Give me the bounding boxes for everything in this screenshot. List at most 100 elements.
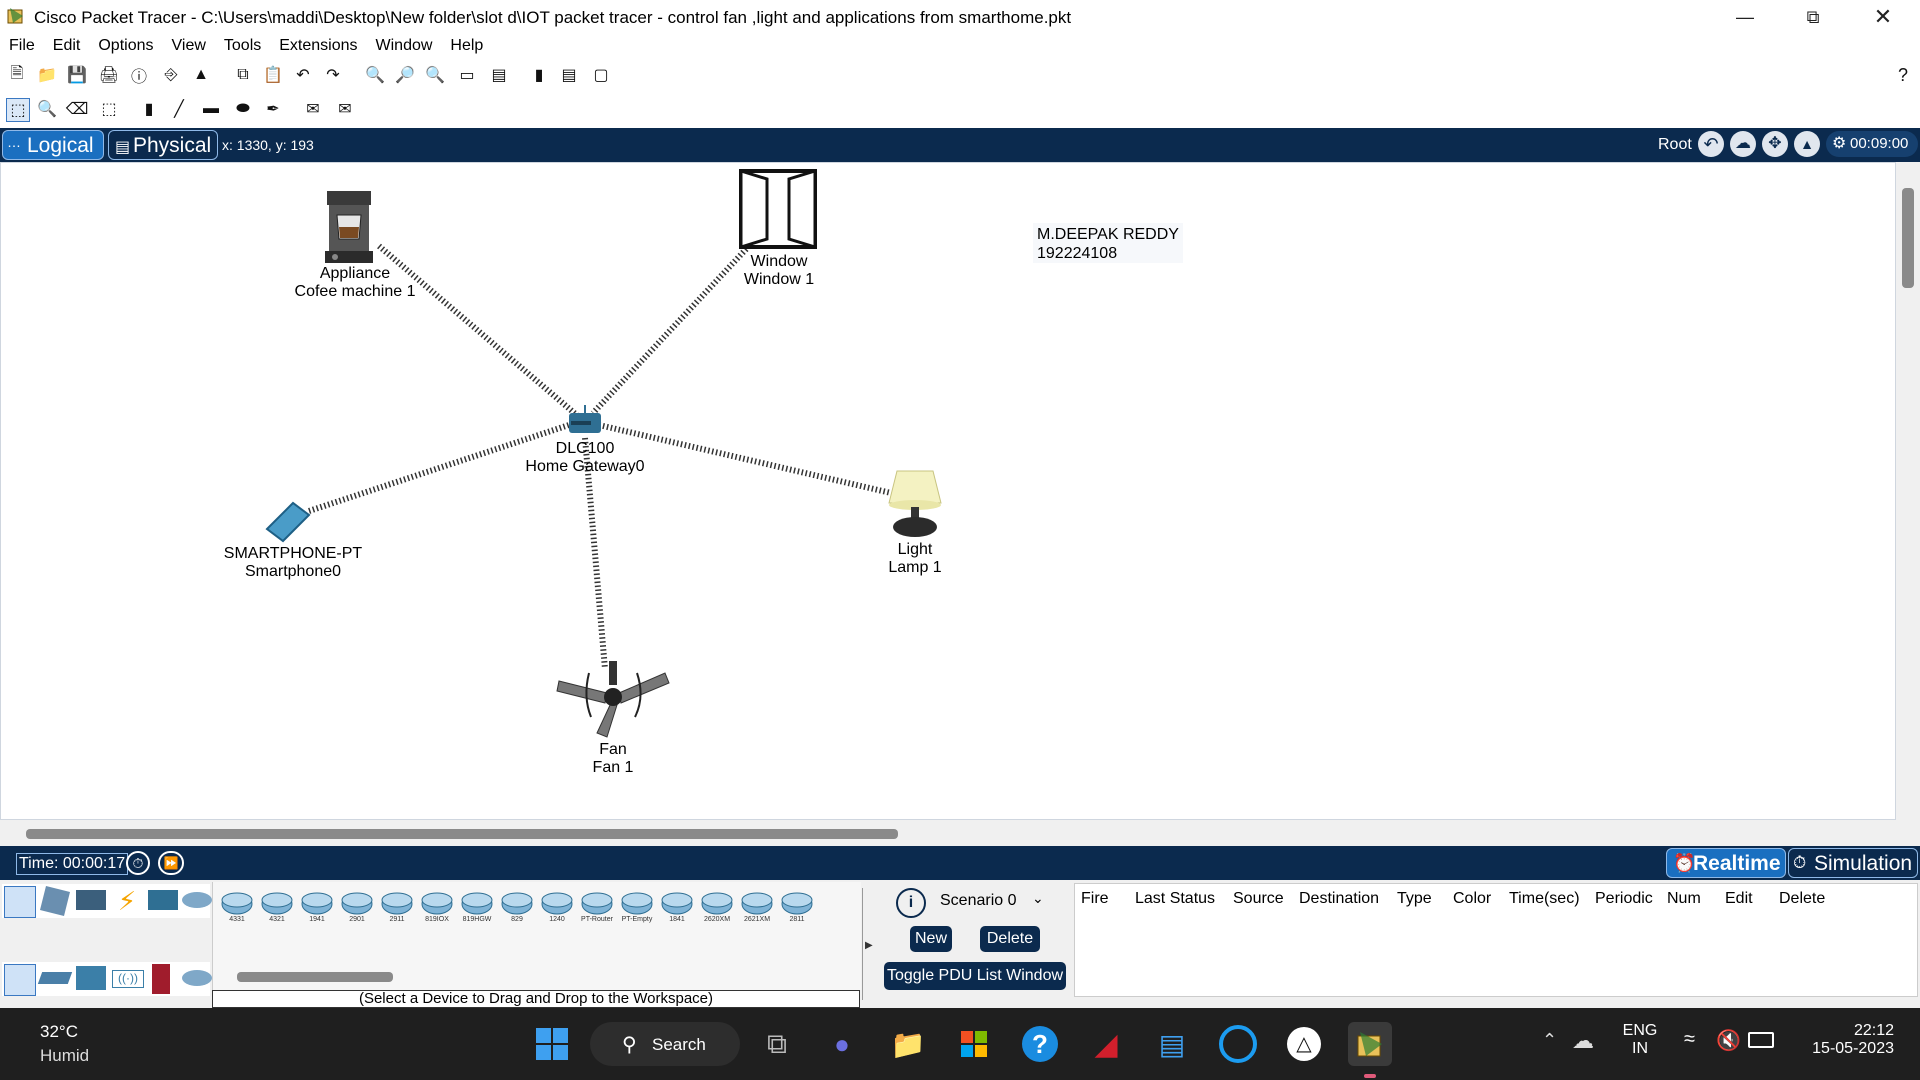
menu-window[interactable]: Window (367, 34, 442, 55)
weather-temp[interactable]: 32°C (40, 1022, 78, 1042)
draw-ellipse-icon[interactable]: ⬬ (232, 98, 254, 120)
notes-icon[interactable]: ▮ (528, 64, 550, 86)
wifi-icon[interactable]: ≈ (1684, 1028, 1695, 1051)
select-icon[interactable]: ⬚ (6, 98, 30, 122)
router-4321[interactable]: 4321 (259, 888, 295, 924)
menu-file[interactable]: File (0, 34, 44, 55)
router-1841[interactable]: 1841 (659, 888, 695, 924)
column-type[interactable]: Type (1397, 890, 1432, 908)
viewport-timer[interactable]: ⚙ 00:09:00 (1826, 131, 1918, 157)
copy-icon[interactable]: ⧉ (232, 64, 254, 86)
hubs-category-icon[interactable] (76, 966, 106, 990)
wan-emulation-icon[interactable] (182, 970, 212, 986)
start-icon[interactable] (530, 1022, 574, 1066)
menu-tools[interactable]: Tools (215, 34, 270, 55)
security-category-icon[interactable] (152, 964, 170, 994)
lamp-icon[interactable] (885, 469, 945, 539)
workspace-note[interactable]: M.DEEPAK REDDY 192224108 (1033, 223, 1183, 263)
help-icon[interactable]: ? (1892, 64, 1914, 86)
draw-rectangle-icon[interactable]: ▬ (200, 98, 222, 120)
back-icon[interactable]: ↶ (1698, 131, 1724, 157)
menu-edit[interactable]: Edit (44, 34, 90, 55)
taskbar-search[interactable]: ⚲ Search (590, 1022, 740, 1066)
notepad-icon[interactable]: ▤ (1150, 1022, 1194, 1066)
new-scenario-button[interactable]: New (910, 926, 952, 952)
volume-muted-icon[interactable]: 🔇 (1716, 1028, 1741, 1053)
print-icon[interactable]: 🖨 (98, 64, 120, 86)
draw-line-icon[interactable]: ╱ (168, 98, 190, 120)
new-file-icon[interactable]: 🗎 (6, 64, 28, 86)
column-delete[interactable]: Delete (1779, 890, 1825, 908)
fast-forward-icon[interactable]: ⏩ (158, 851, 184, 875)
resize-shape-icon[interactable]: ⬚ (98, 98, 120, 120)
info-icon[interactable]: ⓘ (128, 64, 150, 86)
cluster-icon[interactable]: ☁ (1730, 131, 1756, 157)
app-icon[interactable]: △ (1282, 1022, 1326, 1066)
microsoft-store-icon[interactable] (952, 1022, 996, 1066)
menu-view[interactable]: View (163, 34, 215, 55)
place-note-icon[interactable]: ▮ (138, 98, 160, 120)
root-label[interactable]: Root (1658, 136, 1692, 154)
components-icon[interactable] (76, 890, 106, 910)
simulation-mode-button[interactable]: ⏱ Simulation (1788, 848, 1918, 878)
column-destination[interactable]: Destination (1299, 890, 1379, 908)
packet-tracer-taskbar-icon[interactable] (1348, 1022, 1392, 1066)
weather-desc[interactable]: Humid (40, 1046, 89, 1066)
column-source[interactable]: Source (1233, 890, 1284, 908)
logical-workspace[interactable]: Appliance Cofee machine 1 Window Window … (0, 162, 1896, 820)
delete-scenario-button[interactable]: Delete (980, 926, 1040, 952)
router-4331[interactable]: 4331 (219, 888, 255, 924)
router-pt-router[interactable]: PT-Router (579, 888, 615, 924)
router-2811[interactable]: 2811 (779, 888, 815, 924)
device-list-scroll-thumb[interactable] (237, 972, 393, 982)
column-periodic[interactable]: Periodic (1595, 890, 1653, 908)
system-clock[interactable]: 22:12 15-05-2023 (1796, 1022, 1894, 1058)
tab-logical[interactable]: … Logical (2, 130, 104, 160)
scenario-select[interactable]: Scenario 0 ⌄ (940, 890, 1052, 916)
file-explorer-icon[interactable]: 📁 (886, 1022, 930, 1066)
menu-options[interactable]: Options (89, 34, 162, 55)
open-folder-icon[interactable]: 📁 (36, 64, 58, 86)
mcafee-icon[interactable]: ◢ (1084, 1022, 1128, 1066)
router-2911[interactable]: 2911 (379, 888, 415, 924)
custom-device-icon[interactable]: ▤ (488, 64, 510, 86)
home-gateway-icon[interactable] (567, 403, 603, 435)
router-2621xm[interactable]: 2621XM (739, 888, 775, 924)
end-devices-icon[interactable] (40, 886, 70, 916)
close-button[interactable]: ✕ (1848, 0, 1918, 34)
background-image-icon[interactable]: ▲ (1794, 131, 1820, 157)
device-dialog-icon[interactable]: ▤ (558, 64, 580, 86)
multiuser-icon[interactable] (182, 892, 212, 908)
battery-icon[interactable] (1748, 1032, 1774, 1048)
toggle-pdu-list-button[interactable]: Toggle PDU List Window (884, 962, 1066, 990)
menu-extensions[interactable]: Extensions (270, 34, 366, 55)
horizontal-scroll-thumb[interactable] (26, 829, 898, 839)
drawing-palette-icon[interactable]: ▭ (456, 64, 478, 86)
restore-button[interactable]: ⧉ (1778, 0, 1848, 34)
zoom-reset-icon[interactable]: 🔎 (394, 64, 416, 86)
switches-category-icon[interactable] (37, 972, 73, 984)
menu-help[interactable]: Help (441, 34, 492, 55)
minimize-button[interactable]: — (1710, 0, 1780, 34)
coffee-machine-icon[interactable] (323, 191, 375, 265)
router-829[interactable]: 829 (499, 888, 535, 924)
network-devices-icon[interactable] (4, 886, 36, 918)
network-wizard-icon[interactable]: ⎆ (160, 64, 182, 86)
connections-icon[interactable]: ⚡ (112, 886, 142, 916)
paste-icon[interactable]: 📋 (262, 64, 284, 86)
horizontal-scrollbar[interactable] (0, 820, 1920, 846)
viewport-icon[interactable]: ▢ (590, 64, 612, 86)
column-time[interactable]: Time(sec) (1509, 890, 1580, 908)
column-color[interactable]: Color (1453, 890, 1491, 908)
activity-wizard-icon[interactable]: ▲ (190, 64, 212, 86)
miscellaneous-icon[interactable] (148, 890, 178, 910)
language-indicator[interactable]: ENG IN (1620, 1022, 1660, 1058)
column-fire[interactable]: Fire (1081, 890, 1109, 908)
vertical-scrollbar[interactable] (1896, 162, 1920, 820)
router-2901[interactable]: 2901 (339, 888, 375, 924)
routers-category-icon[interactable] (4, 964, 36, 996)
router-pt-empty[interactable]: PT-Empty (619, 888, 655, 924)
scenario-info-icon[interactable]: i (896, 888, 926, 918)
cortana-icon[interactable] (1216, 1022, 1260, 1066)
save-icon[interactable]: 💾 (66, 64, 88, 86)
